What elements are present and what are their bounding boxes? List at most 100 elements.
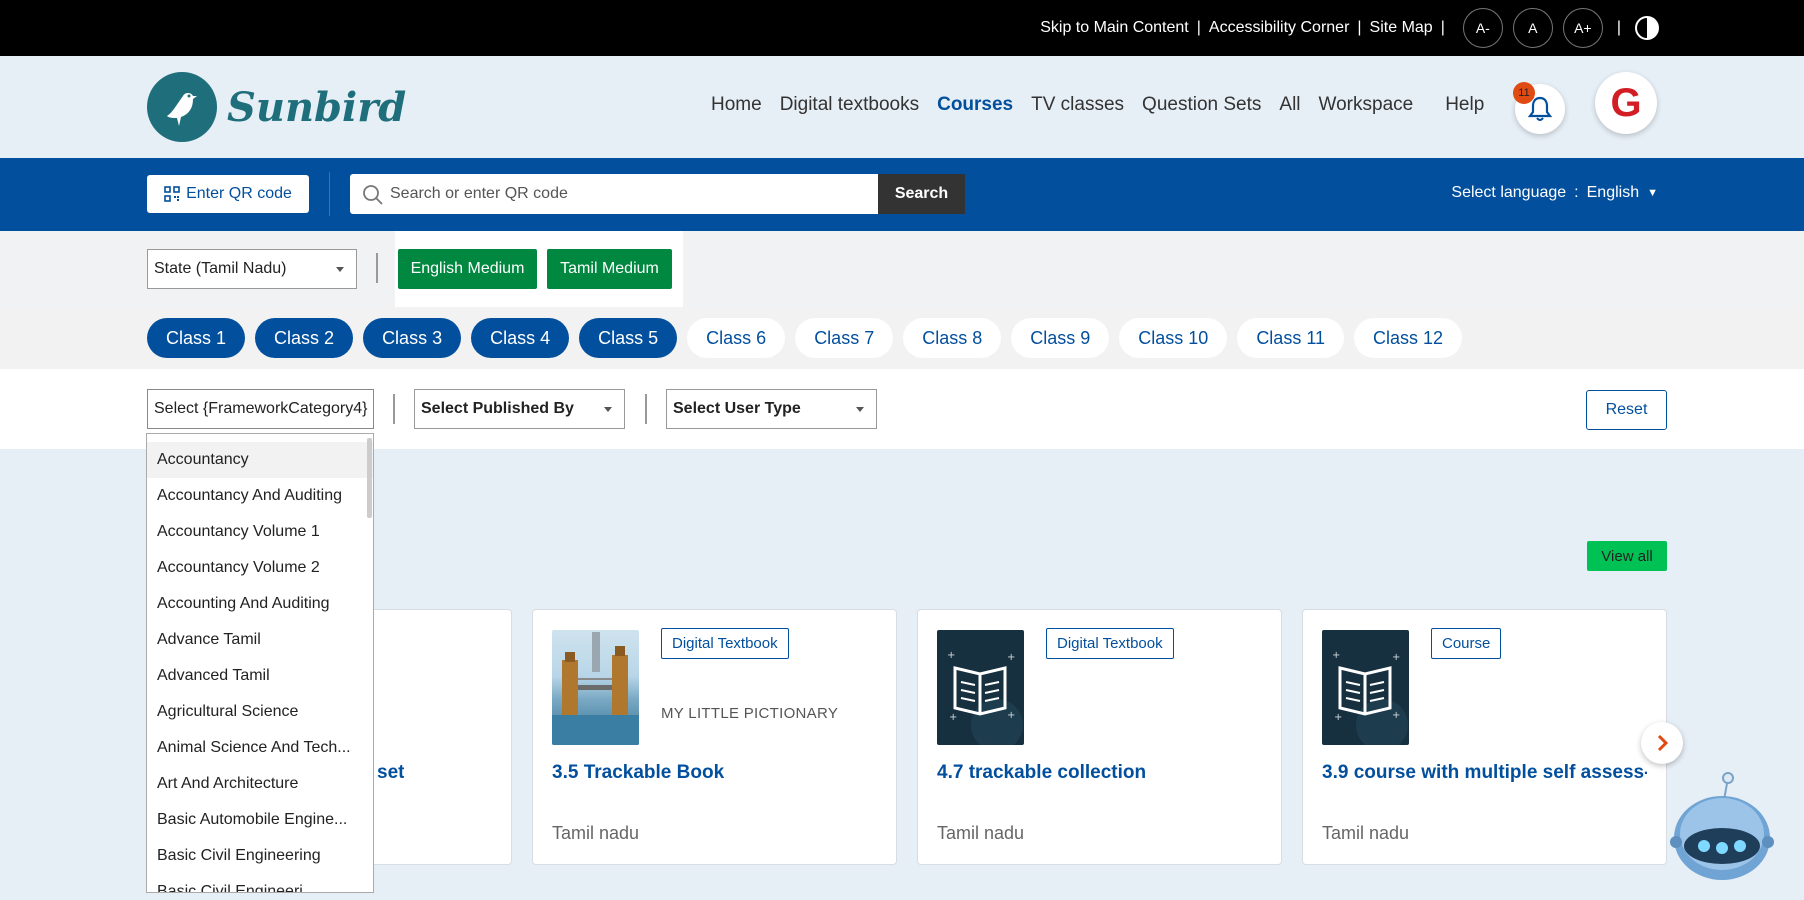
svg-text:+: + [1334,712,1342,723]
contrast-toggle-icon[interactable] [1635,16,1659,40]
carousel-next-button[interactable] [1641,722,1683,764]
separator: | [1196,19,1201,36]
nav-all[interactable]: All [1279,94,1300,116]
language-label: Select language [1451,184,1567,201]
svg-text:+: + [947,650,955,661]
content-card[interactable]: + + + + Digital Textbook 4.7 trackable c… [917,609,1282,865]
sunbird-logo[interactable]: Sunbird [147,72,406,142]
user-type-value: Select User Type [673,400,801,417]
caret-down-icon [856,407,864,412]
dropdown-option[interactable]: Basic Civil Engineeri... [147,874,373,892]
user-avatar[interactable]: G [1595,72,1657,134]
qr-button-label: Enter QR code [186,185,292,202]
search-icon [363,185,383,205]
dropdown-option[interactable]: Accounting And Auditing [147,586,373,622]
dropdown-option[interactable]: Accountancy Volume 2 [147,550,373,586]
language-value: English [1586,184,1640,201]
search-bar-section: Enter QR code Search or enter QR code Se… [0,158,1804,231]
board-select-value: State (Tamil Nadu) [154,260,287,277]
logo-text: Sunbird [227,83,407,131]
card-title: 3.5 Trackable Book [552,762,725,783]
book-icon: + + + + [937,630,1024,751]
language-selector[interactable]: Select language : English ▼ [1451,184,1658,202]
enter-qr-code-button[interactable]: Enter QR code [147,175,309,213]
svg-text:+: + [1392,652,1400,663]
nav-help[interactable]: Help [1445,94,1484,116]
dropdown-option[interactable]: Animal Science And Tech... [147,730,373,766]
dropdown-option[interactable]: Agricultural Science [147,694,373,730]
tamil-medium-button[interactable]: Tamil Medium [547,249,672,289]
separator: | [1616,19,1621,36]
subject-dropdown-list[interactable]: Accountancy Accountancy And Auditing Acc… [146,433,374,893]
class-pill-10[interactable]: Class 10 [1119,318,1228,358]
bridge-image [552,630,639,745]
class-pill-3[interactable]: Class 3 [363,318,462,358]
language-separator: : [1574,184,1579,201]
subject-select-value: Select {FrameworkCategory4} [154,400,368,417]
card-subtitle: MY LITTLE PICTIONARY [661,705,839,722]
qr-code-icon [164,186,180,202]
divider [393,394,395,424]
divider [645,394,647,424]
search-input[interactable]: Search or enter QR code [350,174,878,214]
chevron-down-icon: ▼ [1647,187,1658,199]
class-pill-8[interactable]: Class 8 [903,318,1002,358]
nav-courses[interactable]: Courses [937,94,1013,116]
dropdown-option[interactable]: Accountancy And Auditing [147,478,373,514]
increase-font-button[interactable]: A+ [1562,8,1603,48]
class-pill-2[interactable]: Class 2 [255,318,354,358]
main-nav: Home Digital textbooks Courses TV classe… [711,94,1502,116]
dropdown-option[interactable]: Basic Civil Engineering [147,838,373,874]
skip-to-main-link[interactable]: Skip to Main Content [1040,19,1189,37]
view-all-button[interactable]: View all [1587,541,1667,571]
content-card[interactable]: + + + + Course 3.9 course with multiple … [1302,609,1667,865]
dropdown-option[interactable]: Accountancy [147,442,373,478]
dropdown-option[interactable]: Basic Automobile Engine... [147,802,373,838]
decrease-font-button[interactable]: A- [1462,8,1503,48]
card-title: 3.9 course with multiple self assess- AI [1322,762,1647,783]
dropdown-option[interactable]: Advance Tamil [147,622,373,658]
notification-button[interactable]: 11 [1513,82,1565,134]
class-pill-1[interactable]: Class 1 [147,318,246,358]
nav-tv-classes[interactable]: TV classes [1031,94,1124,116]
class-pill-4[interactable]: Class 4 [471,318,570,358]
content-type-tag: Digital Textbook [661,628,789,659]
class-pill-11[interactable]: Class 11 [1237,318,1345,358]
class-pill-5[interactable]: Class 5 [579,318,678,358]
class-pill-12[interactable]: Class 12 [1354,318,1463,358]
class-pill-6[interactable]: Class 6 [687,318,786,358]
class-pill-7[interactable]: Class 7 [795,318,894,358]
normal-font-button[interactable]: A [1512,8,1553,48]
content-card[interactable]: Digital Textbook MY LITTLE PICTIONARY 3.… [532,609,897,865]
site-map-link[interactable]: Site Map [1370,19,1433,37]
user-type-select[interactable]: Select User Type [666,389,877,429]
dropdown-option[interactable]: Art And Architecture [147,766,373,802]
dropdown-scrollbar[interactable] [367,438,372,518]
card-title: set [377,762,405,783]
accessibility-corner-link[interactable]: Accessibility Corner [1209,19,1349,37]
chevron-right-icon [1657,734,1669,752]
nav-home[interactable]: Home [711,94,762,116]
caret-down-icon [336,267,344,272]
english-medium-button[interactable]: English Medium [398,249,537,289]
subject-select[interactable]: Select {FrameworkCategory4} [147,389,374,429]
caret-down-icon [604,407,612,412]
svg-text:+: + [1007,652,1015,663]
class-pill-9[interactable]: Class 9 [1011,318,1110,358]
published-by-select[interactable]: Select Published By [414,389,625,429]
card-organisation: Tamil nadu [1322,823,1410,843]
dropdown-option[interactable]: Advanced Tamil [147,658,373,694]
dropdown-option[interactable]: Accountancy Volume 1 [147,514,373,550]
reset-button[interactable]: Reset [1586,390,1667,430]
nav-digital-textbooks[interactable]: Digital textbooks [780,94,919,116]
separator: | [1440,19,1445,36]
search-placeholder: Search or enter QR code [390,185,568,202]
nav-workspace[interactable]: Workspace [1319,94,1414,116]
book-icon: + + + + [1322,630,1409,751]
board-select[interactable]: State (Tamil Nadu) [147,249,357,289]
search-button[interactable]: Search [878,174,965,214]
chatbot-robot-icon[interactable] [1668,772,1776,890]
nav-question-sets[interactable]: Question Sets [1142,94,1261,116]
separator: | [1357,19,1362,36]
main-header: Sunbird Home Digital textbooks Courses T… [0,56,1804,158]
